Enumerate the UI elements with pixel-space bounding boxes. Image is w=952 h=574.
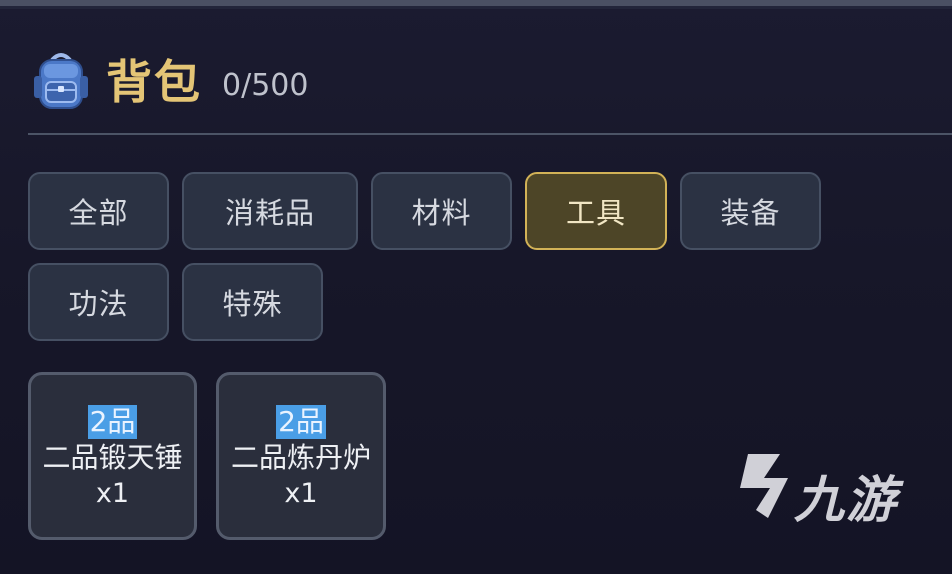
item-slot[interactable]: 2品 二品炼丹炉 x1	[216, 372, 386, 540]
tab-materials[interactable]: 材料	[371, 172, 512, 250]
tab-techniques[interactable]: 功法	[28, 263, 169, 341]
tab-tools[interactable]: 工具	[525, 172, 667, 250]
tab-consumables[interactable]: 消耗品	[182, 172, 358, 250]
header-divider	[28, 133, 952, 135]
item-slot[interactable]: 2品 二品锻天锤 x1	[28, 372, 197, 540]
item-grade-badge: 2品	[87, 405, 138, 439]
item-grade-badge: 2品	[276, 405, 326, 439]
panel-top-border-inner	[0, 6, 952, 9]
inventory-capacity: 0/500	[222, 68, 309, 103]
tab-equipment[interactable]: 装备	[680, 172, 821, 250]
backpack-icon	[34, 53, 88, 109]
item-name: 二品锻天锤	[42, 441, 183, 474]
inventory-panel: 背包 0/500 全部 消耗品 材料 工具 装备 功法 特殊 2品 二品锻天锤 …	[0, 0, 952, 574]
watermark-text: 九游	[794, 471, 898, 529]
tab-special[interactable]: 特殊	[182, 263, 323, 341]
item-quantity: x1	[95, 478, 130, 509]
item-name: 二品炼丹炉	[230, 441, 371, 474]
item-quantity: x1	[284, 478, 318, 509]
page-title: 背包	[106, 55, 202, 109]
tab-all[interactable]: 全部	[28, 172, 169, 250]
